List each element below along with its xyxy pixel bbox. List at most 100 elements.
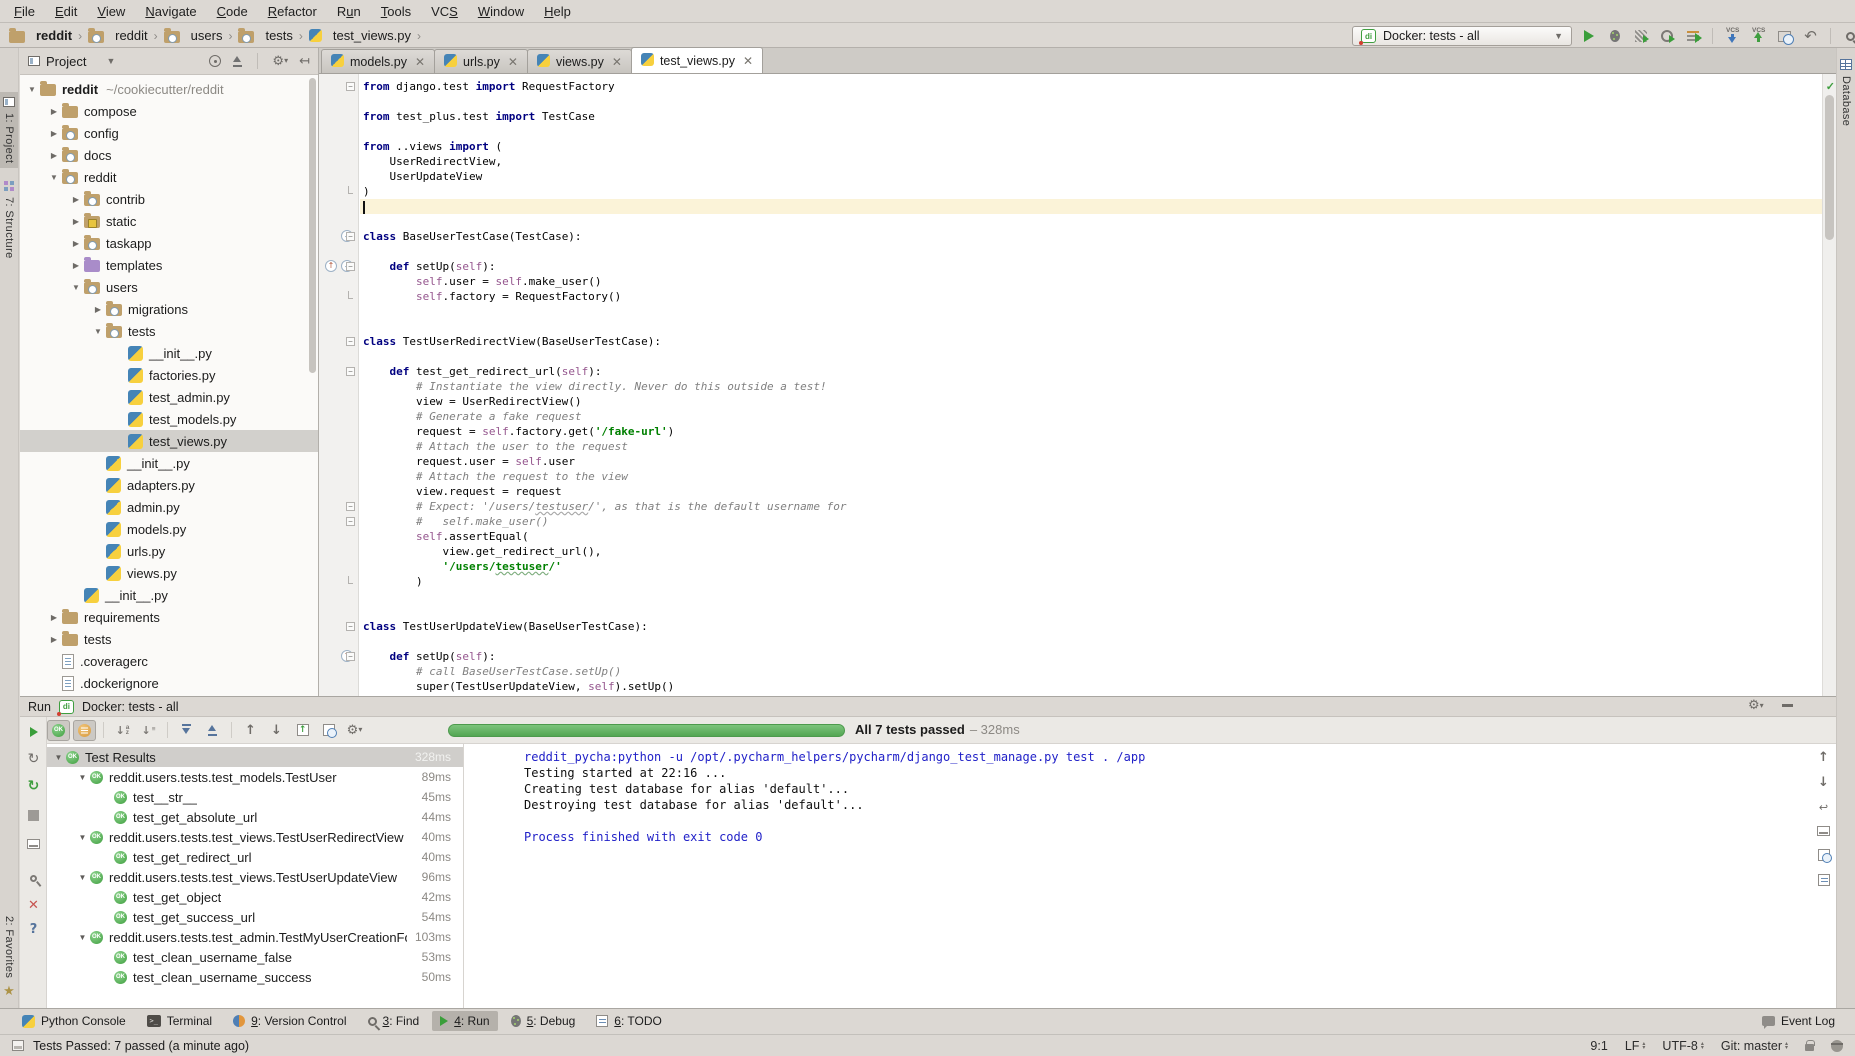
expand-arrow-icon[interactable]: ▶: [90, 305, 106, 314]
tree-item-static[interactable]: ▶static: [20, 210, 318, 232]
fold-marker-icon[interactable]: −: [346, 517, 355, 526]
toolbar-button-profiler[interactable]: [1657, 27, 1676, 46]
help-button[interactable]: ?: [25, 921, 42, 938]
tree-item-models-py[interactable]: models.py: [20, 518, 318, 540]
tab-urls-py[interactable]: urls.py✕: [434, 49, 528, 73]
collapse-all-icon[interactable]: [232, 55, 243, 67]
tree-item-coveragerc[interactable]: .coveragerc: [20, 650, 318, 672]
toolwindow-button-4-run[interactable]: 4: Run: [432, 1011, 497, 1031]
tree-item-init-py[interactable]: __init__.py: [20, 584, 318, 606]
breadcrumb-item-tests[interactable]: tests: [237, 28, 293, 43]
collapse-arrow-icon[interactable]: ▼: [51, 753, 66, 762]
gear-icon[interactable]: ⚙▾: [1748, 699, 1764, 712]
collapse-all-button[interactable]: [201, 720, 224, 741]
collapse-arrow-icon[interactable]: ▼: [75, 873, 90, 882]
tree-item-users[interactable]: ▼users: [20, 276, 318, 298]
test-node-test-get-success-url[interactable]: OKtest_get_success_url54ms: [47, 907, 463, 927]
tree-item-config[interactable]: ▶config: [20, 122, 318, 144]
highlighting-level-icon[interactable]: [1831, 1040, 1843, 1052]
expand-arrow-icon[interactable]: ▶: [68, 239, 84, 248]
test-node-reddit-users-tests-test-views-testuserredirectview[interactable]: ▼OKreddit.users.tests.test_views.TestUse…: [47, 827, 463, 847]
expand-arrow-icon[interactable]: ▶: [46, 107, 62, 116]
expand-arrow-icon[interactable]: ▶: [46, 613, 62, 622]
soft-wrap-button[interactable]: ↩: [1819, 799, 1828, 814]
toolwindow-button-6-todo[interactable]: 6: TODO: [588, 1011, 670, 1031]
collapse-arrow-icon[interactable]: ▼: [68, 283, 84, 292]
stop-process-button[interactable]: [25, 807, 42, 824]
collapse-arrow-icon[interactable]: ▼: [24, 85, 40, 94]
rerun-tests-button[interactable]: [25, 723, 42, 740]
fold-marker-icon[interactable]: −: [346, 367, 355, 376]
tree-item-adapters-py[interactable]: adapters.py: [20, 474, 318, 496]
test-node-reddit-users-tests-test-admin-testmyusercreationform[interactable]: ▼OKreddit.users.tests.test_admin.TestMyU…: [47, 927, 463, 947]
expand-arrow-icon[interactable]: ▶: [68, 217, 84, 226]
overriding-marker-icon[interactable]: ↑: [325, 260, 337, 272]
toolbar-button-vcs-commit[interactable]: [1749, 27, 1768, 46]
tree-item-migrations[interactable]: ▶migrations: [20, 298, 318, 320]
stripe-button-1-project[interactable]: 1: Project: [0, 92, 18, 168]
sort-by-duration-button[interactable]: ↓≡: [137, 720, 160, 741]
menu-item-help[interactable]: Help: [534, 1, 581, 22]
test-node-reddit-users-tests-test-models-testuser[interactable]: ▼OKreddit.users.tests.test_models.TestUs…: [47, 767, 463, 787]
print-console-button[interactable]: [1818, 849, 1830, 864]
toolwindow-button-event-log[interactable]: Event Log: [1754, 1011, 1843, 1031]
test-node-test-get-object[interactable]: OKtest_get_object42ms: [47, 887, 463, 907]
show-ignored-button[interactable]: [73, 720, 96, 741]
toolwindow-button-python-console[interactable]: Python Console: [14, 1011, 134, 1031]
toolbar-button-debug[interactable]: [1605, 27, 1624, 46]
tree-item-admin-py[interactable]: admin.py: [20, 496, 318, 518]
expand-arrow-icon[interactable]: ▶: [46, 129, 62, 138]
menu-item-view[interactable]: View: [87, 1, 135, 22]
tool-window-toggle-icon[interactable]: [12, 1040, 24, 1051]
close-tab-icon[interactable]: ✕: [508, 55, 518, 69]
clear-console-button[interactable]: [1818, 874, 1830, 889]
menu-item-file[interactable]: File: [4, 1, 45, 22]
menu-item-edit[interactable]: Edit: [45, 1, 87, 22]
close-tab-icon[interactable]: ✕: [415, 55, 425, 69]
close-panel-button[interactable]: ✕: [25, 897, 42, 914]
fold-end-marker-icon[interactable]: [348, 291, 353, 299]
collapse-arrow-icon[interactable]: ▼: [90, 327, 106, 336]
menu-item-code[interactable]: Code: [207, 1, 258, 22]
menu-item-refactor[interactable]: Refactor: [258, 1, 327, 22]
tree-item-test-views-py[interactable]: test_views.py: [20, 430, 318, 452]
previous-failed-test-button[interactable]: ↑: [239, 720, 262, 741]
status-caret-position[interactable]: 9:1: [1590, 1039, 1607, 1053]
toggle-auto-test-button[interactable]: ↻: [25, 750, 42, 767]
close-tab-icon[interactable]: ✕: [743, 54, 753, 68]
scroll-to-bottom-button[interactable]: ↓: [1818, 774, 1829, 789]
locate-file-icon[interactable]: [209, 55, 221, 67]
stripe-button-2-favorites[interactable]: 2: Favorites★: [0, 911, 18, 1004]
tab-test-views-py[interactable]: test_views.py✕: [631, 47, 763, 73]
collapse-arrow-icon[interactable]: ▼: [75, 773, 90, 782]
breadcrumb-item-test-views-py[interactable]: test_views.py: [308, 28, 412, 43]
toolbar-button-search[interactable]: [1841, 27, 1855, 46]
toolbar-button-coverage[interactable]: [1631, 27, 1650, 46]
tree-item-reddit[interactable]: ▼reddit~/cookiecutter/reddit: [20, 78, 318, 100]
breadcrumb-item-reddit[interactable]: reddit: [87, 28, 149, 43]
tree-item-requirements[interactable]: ▶requirements: [20, 606, 318, 628]
lock-icon[interactable]: [1805, 1044, 1814, 1051]
fold-marker-icon[interactable]: −: [346, 82, 355, 91]
tree-item-docs[interactable]: ▶docs: [20, 144, 318, 166]
show-passed-button[interactable]: OK: [47, 720, 70, 741]
sort-alphabetically-button[interactable]: ↓az: [111, 720, 134, 741]
tree-item-templates[interactable]: ▶templates: [20, 254, 318, 276]
tree-item-tests[interactable]: ▶tests: [20, 628, 318, 650]
fold-end-marker-icon[interactable]: [348, 186, 353, 194]
import-test-results-button[interactable]: ↑: [291, 720, 314, 741]
breadcrumb-item-users[interactable]: users: [163, 28, 224, 43]
gear-icon[interactable]: ⚙▾: [272, 55, 288, 68]
tree-item-views-py[interactable]: views.py: [20, 562, 318, 584]
fold-marker-icon[interactable]: −: [346, 232, 355, 241]
test-node-test-str[interactable]: OKtest__str__45ms: [47, 787, 463, 807]
tree-item-compose[interactable]: ▶compose: [20, 100, 318, 122]
menu-item-navigate[interactable]: Navigate: [135, 1, 206, 22]
rerun-failed-tests-button[interactable]: ↻: [25, 777, 42, 794]
toolwindow-button-5-debug[interactable]: 5: Debug: [503, 1011, 584, 1031]
close-tab-icon[interactable]: ✕: [612, 55, 622, 69]
editor-scrollbar[interactable]: ✓: [1822, 74, 1836, 696]
tree-item-tests[interactable]: ▼tests: [20, 320, 318, 342]
menu-item-vcs[interactable]: VCS: [421, 1, 468, 22]
pin-tab-button[interactable]: [25, 872, 42, 889]
